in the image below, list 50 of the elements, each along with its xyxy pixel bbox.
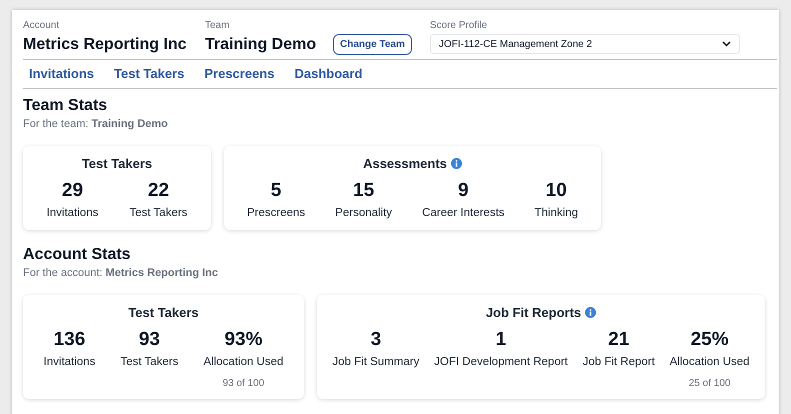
info-icon[interactable] xyxy=(585,307,596,318)
stat-note: 25 of 100 xyxy=(688,376,730,390)
team-name: Training Demo xyxy=(205,35,318,55)
stat-value: 3 xyxy=(370,328,382,352)
stat-label: Invitations xyxy=(44,355,96,370)
stat-label: Test Takers xyxy=(120,355,178,370)
info-icon[interactable] xyxy=(450,158,462,169)
nav-tab[interactable]: Invitations xyxy=(29,64,94,84)
stat-value: 93 xyxy=(138,328,160,352)
stat-label: Prescreens xyxy=(247,206,306,221)
account-name: Metrics Reporting Inc xyxy=(23,35,188,55)
stat-value: 136 xyxy=(54,328,86,352)
stat-label: Personality xyxy=(335,206,392,221)
score-profile-select[interactable]: JOFI-112-CE Management Zone 2 xyxy=(430,34,740,54)
nav-tab[interactable]: Prescreens xyxy=(204,64,274,84)
account-label: Account xyxy=(23,19,60,33)
stat-value: 21 xyxy=(608,328,630,352)
stat-label: Job Fit Summary xyxy=(332,355,420,370)
team-label: Team xyxy=(205,19,230,33)
stat-label: Test Takers xyxy=(129,206,188,221)
stat-value: 10 xyxy=(546,179,567,203)
card-title: Test Takers xyxy=(82,154,152,172)
card-title: Job Fit Reports xyxy=(486,304,582,322)
stat-label: JOFI Development Report xyxy=(434,355,568,370)
stat-label: Allocation Used xyxy=(670,355,750,370)
card-title: Test Takers xyxy=(128,304,199,322)
change-team-button[interactable]: Change Team xyxy=(333,34,412,55)
stat-value: 22 xyxy=(148,179,170,203)
nav-tab[interactable]: Dashboard xyxy=(294,64,362,84)
stat-label: Allocation Used xyxy=(204,355,284,370)
section-subtitle: For the account: Metrics Reporting Inc xyxy=(23,266,220,282)
score-profile-label: Score Profile xyxy=(430,19,488,33)
stat-label: Job Fit Report xyxy=(582,355,655,370)
stat-value: 25% xyxy=(690,328,729,352)
stat-value: 1 xyxy=(496,328,506,352)
stat-value: 9 xyxy=(458,179,469,203)
chevron-down-icon xyxy=(722,41,731,47)
stat-label: Career Interests xyxy=(422,206,505,221)
section-title: Team Stats xyxy=(23,96,108,116)
stat-label: Invitations xyxy=(46,206,98,221)
stat-value: 93% xyxy=(224,328,262,352)
nav-tab[interactable]: Test Takers xyxy=(114,64,184,84)
stat-note: 93 of 100 xyxy=(222,376,264,390)
section-title: Account Stats xyxy=(23,245,132,266)
section-subtitle: For the team: Training Demo xyxy=(23,117,169,132)
stat-value: 5 xyxy=(270,179,282,203)
stat-value: 29 xyxy=(62,179,84,203)
stat-value: 15 xyxy=(353,179,374,203)
stat-label: Thinking xyxy=(534,206,578,221)
card-title: Assessments xyxy=(363,154,447,172)
